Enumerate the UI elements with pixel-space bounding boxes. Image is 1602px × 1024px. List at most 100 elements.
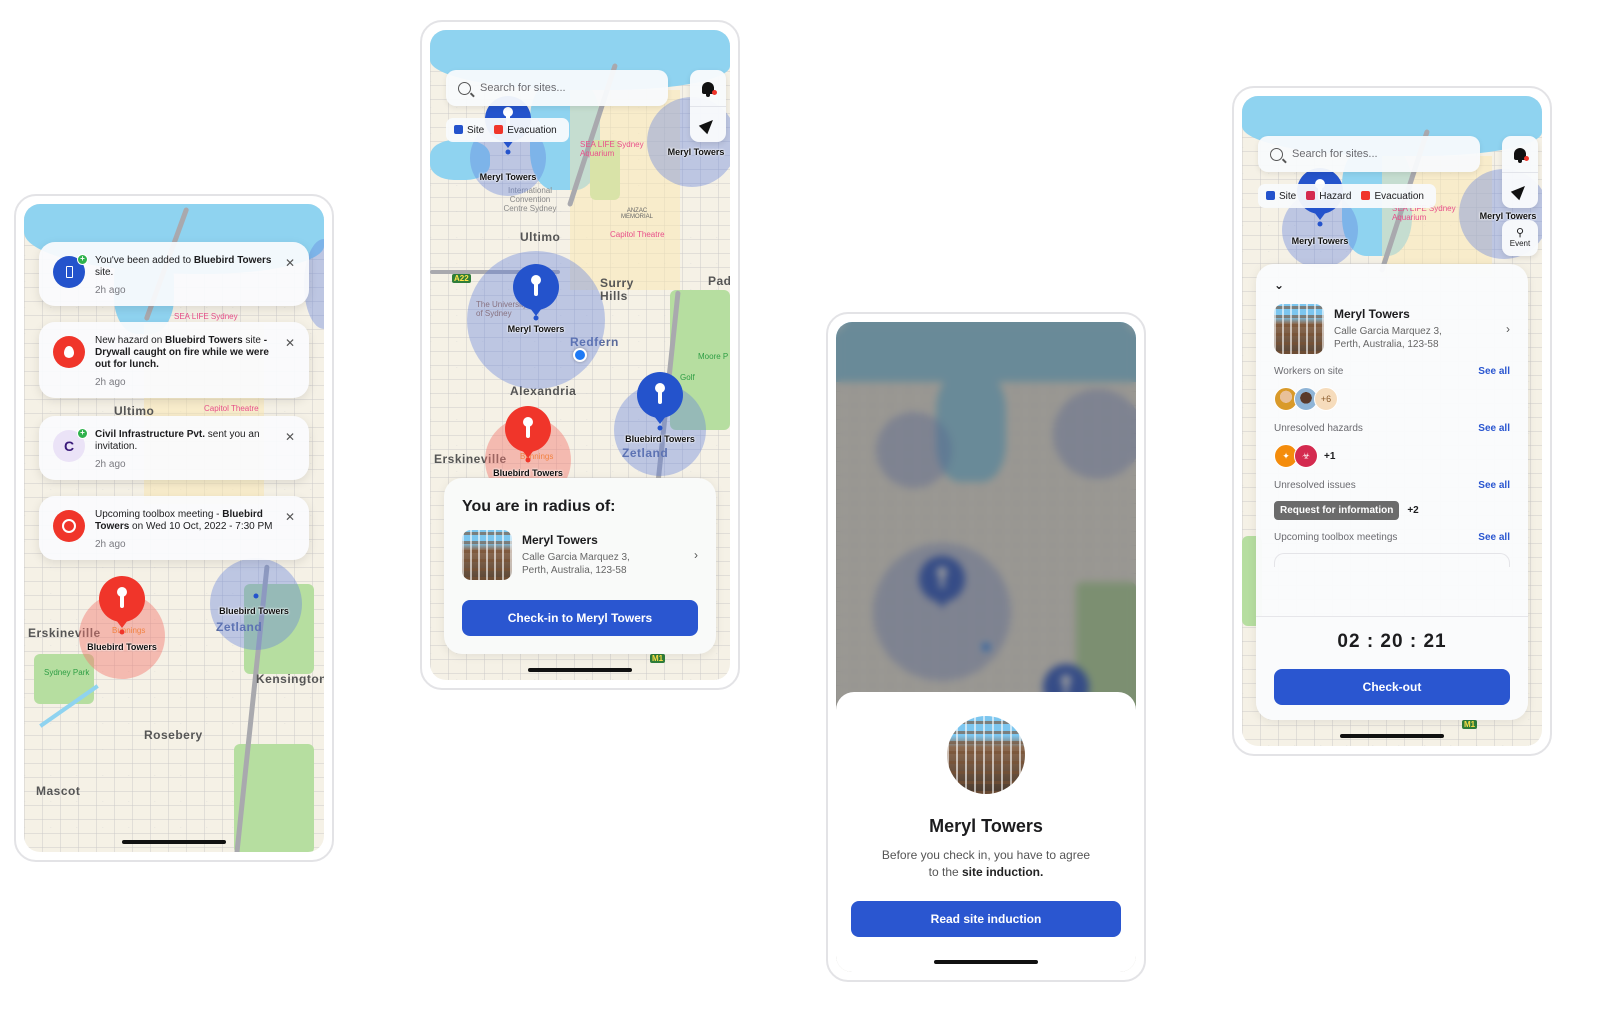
meetings-see-all-link[interactable]: See all xyxy=(1478,532,1510,543)
site-detail-sheet: ⌄ Meryl Towers Calle Garcia Marquez 3, P… xyxy=(1256,264,1528,720)
issues-see-all-link[interactable]: See all xyxy=(1478,480,1510,491)
pin-dot xyxy=(657,425,663,431)
notification-badge xyxy=(712,90,717,95)
home-indicator xyxy=(122,840,226,844)
site-thumbnail xyxy=(462,530,512,580)
issue-tag[interactable]: Request for information xyxy=(1274,501,1400,520)
site-row[interactable]: Meryl Towers Calle Garcia Marquez 3, Per… xyxy=(1274,304,1510,354)
search-input[interactable] xyxy=(480,82,650,94)
legend-label: Hazard xyxy=(1319,190,1352,202)
notification-text-part: Upcoming toolbox meeting - xyxy=(95,509,223,520)
home-indicator xyxy=(1340,734,1444,738)
notification-card[interactable]: C + Civil Infrastructure Pvt. sent you a… xyxy=(39,416,309,480)
map-route-a22: A22 xyxy=(452,274,471,283)
chevron-right-icon: › xyxy=(1506,322,1510,336)
radius-card-title: You are in radius of: xyxy=(462,498,616,515)
site-label: Bluebird Towers xyxy=(219,606,289,616)
notification-text-part: You've been added to xyxy=(95,255,194,266)
read-site-induction-button[interactable]: Read site induction xyxy=(851,901,1121,937)
notification-text: Civil Infrastructure Pvt. sent you an in… xyxy=(95,429,295,453)
meeting-card-partial[interactable] xyxy=(1274,553,1510,567)
map-poi-capitol: Capitol Theatre xyxy=(204,404,259,413)
notification-text-part: site xyxy=(242,335,264,346)
site-pin[interactable] xyxy=(637,372,683,418)
site-name: Meryl Towers xyxy=(522,533,598,547)
site-thumbnail xyxy=(1274,304,1324,354)
induction-site-name: Meryl Towers xyxy=(929,816,1043,836)
notifications-button[interactable] xyxy=(690,70,726,106)
issues-section-header: Unresolved issues See all xyxy=(1274,480,1510,491)
check-out-button[interactable]: Check-out xyxy=(1274,669,1510,705)
legend-evacuation: Evacuation xyxy=(1361,190,1424,202)
workers-section-header: Workers on site See all xyxy=(1274,366,1510,377)
site-label: Meryl Towers xyxy=(479,172,537,182)
site-row[interactable]: Meryl Towers Calle Garcia Marquez 3, Per… xyxy=(462,530,698,580)
hazards-section-header: Unresolved hazards See all xyxy=(1274,423,1510,434)
notification-time: 2h ago xyxy=(95,539,126,550)
evacuation-pin[interactable] xyxy=(99,576,145,622)
notification-text-bold: Bluebird Towers xyxy=(193,255,272,266)
company-initial-icon: C + xyxy=(53,428,88,462)
notification-text-bold: Civil Infrastructure Pvt. xyxy=(95,429,206,440)
notification-time: 2h ago xyxy=(95,377,126,388)
workers-avatars[interactable]: +6 xyxy=(1274,387,1510,411)
locate-button[interactable] xyxy=(690,106,726,142)
plus-badge-icon: + xyxy=(77,428,88,439)
map-poi-golf: Golf xyxy=(680,373,695,382)
site-label: Bluebird Towers xyxy=(493,468,563,478)
pin-dot xyxy=(533,315,539,321)
legend-evacuation: Evacuation xyxy=(494,124,557,136)
map-poi-anzac: ANZAC MEMORIAL xyxy=(620,208,653,220)
issues-more-count: +2 xyxy=(1407,505,1419,516)
close-icon[interactable]: ✕ xyxy=(285,336,295,350)
map-legend: Site Evacuation xyxy=(446,118,569,142)
site-radius xyxy=(210,558,302,650)
close-icon[interactable]: ✕ xyxy=(285,256,295,270)
notification-card[interactable]: New hazard on Bluebird Towers site - Dry… xyxy=(39,322,309,398)
notification-card[interactable]: + You've been added to Bluebird Towers s… xyxy=(39,242,309,306)
legend-swatch-hazard xyxy=(1306,190,1316,200)
site-pin[interactable] xyxy=(513,264,559,310)
map-poi-moore-park: Moore P xyxy=(698,352,729,361)
map-label-mascot: Mascot xyxy=(36,784,81,798)
screen: Ultimo Surry Hills Redfern Alexandria Er… xyxy=(430,30,730,680)
site-label: Bluebird Towers xyxy=(87,642,157,652)
event-button[interactable]: ⚲ Event xyxy=(1502,220,1538,256)
site-label: Bluebird Towers xyxy=(625,434,695,444)
check-in-button[interactable]: Check-in to Meryl Towers xyxy=(462,600,698,636)
site-name: Meryl Towers xyxy=(1334,307,1410,321)
site-address-line1: Calle Garcia Marquez 3, xyxy=(522,552,630,563)
site-address-line2: Perth, Australia, 123-58 xyxy=(1334,339,1439,350)
locate-button[interactable] xyxy=(1502,172,1538,208)
notification-card[interactable]: Upcoming toolbox meeting - Bluebird Towe… xyxy=(39,496,309,560)
search-bar[interactable] xyxy=(446,70,668,106)
hazards-see-all-link[interactable]: See all xyxy=(1478,423,1510,434)
phone-notifications: Ultimo Erskineville Zetland Kensington R… xyxy=(14,194,334,862)
building-icon xyxy=(65,266,73,278)
map-controls xyxy=(690,70,726,142)
notifications-button[interactable] xyxy=(1502,136,1538,172)
notification-text-part: site. xyxy=(95,267,114,278)
evacuation-pin[interactable] xyxy=(505,406,551,452)
bell-icon xyxy=(702,82,717,97)
group-glyph-icon xyxy=(62,519,76,533)
hazard-icons[interactable]: ✦ ☣ +1 xyxy=(1274,444,1510,468)
map-label-ultimo: Ultimo xyxy=(520,230,561,244)
plus-badge-icon: + xyxy=(77,254,88,265)
search-input[interactable] xyxy=(1292,148,1462,160)
chevron-down-icon[interactable]: ⌄ xyxy=(1274,278,1510,292)
site-info: Meryl Towers Calle Garcia Marquez 3, Per… xyxy=(1334,307,1506,351)
workers-see-all-link[interactable]: See all xyxy=(1478,366,1510,377)
map-poi-sea-life: SEA LIFE Sydney Aquarium xyxy=(580,140,644,158)
site-label: Meryl Towers xyxy=(667,147,725,157)
notification-text-part: New hazard on xyxy=(95,335,166,346)
legend-hazard: Hazard xyxy=(1306,190,1352,202)
close-icon[interactable]: ✕ xyxy=(285,430,295,444)
navigation-arrow-icon xyxy=(698,115,718,134)
event-label: Event xyxy=(1509,239,1531,248)
search-bar[interactable] xyxy=(1258,136,1480,172)
legend-label: Site xyxy=(467,124,485,136)
fire-icon xyxy=(53,336,85,368)
close-icon[interactable]: ✕ xyxy=(285,510,295,524)
map-label-paddington: Pad xyxy=(708,274,730,288)
